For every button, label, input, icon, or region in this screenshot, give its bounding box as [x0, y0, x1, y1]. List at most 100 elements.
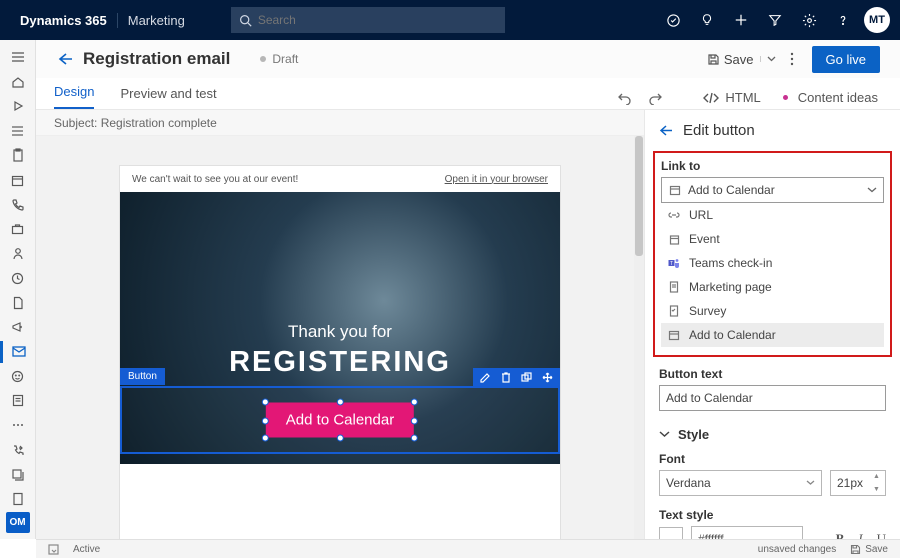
more-actions-icon[interactable]: [790, 52, 794, 66]
global-search[interactable]: [231, 7, 505, 33]
rail-calendar-icon[interactable]: [0, 169, 36, 192]
go-live-button[interactable]: Go live: [812, 46, 880, 73]
resize-handle[interactable]: [262, 399, 269, 406]
text-color-hex-input[interactable]: [691, 526, 803, 539]
settings-icon[interactable]: [792, 0, 826, 40]
bold-toggle[interactable]: B: [836, 531, 845, 539]
scrollbar-thumb[interactable]: [635, 136, 643, 256]
left-nav-rail: OM: [0, 40, 36, 539]
status-active: Active: [73, 544, 100, 555]
rail-callforward-icon[interactable]: [0, 439, 36, 462]
subject-bar[interactable]: Subject: Registration complete: [36, 110, 644, 136]
user-avatar[interactable]: MT: [864, 7, 890, 33]
add-icon[interactable]: [724, 0, 758, 40]
option-url[interactable]: URL: [661, 203, 884, 227]
statusbar-save[interactable]: Save: [850, 544, 888, 555]
status-bar: Active unsaved changes Save: [36, 539, 900, 558]
redo-icon[interactable]: [648, 92, 663, 105]
move-element-icon[interactable]: [542, 372, 553, 383]
style-section-header[interactable]: Style: [659, 427, 886, 442]
statusbar-expand-icon[interactable]: [48, 544, 59, 555]
link-icon: [667, 210, 681, 220]
html-tool[interactable]: HTML: [703, 90, 760, 109]
calendar-icon: [667, 329, 681, 341]
font-value: Verdana: [666, 476, 711, 490]
duplicate-element-icon[interactable]: [521, 372, 532, 382]
rail-more-icon[interactable]: [0, 414, 36, 437]
email-frame[interactable]: We can't wait to see you at our event! O…: [120, 166, 560, 539]
rail-face-icon[interactable]: [0, 365, 36, 388]
spinner-down-icon[interactable]: ▼: [873, 486, 883, 493]
italic-toggle[interactable]: I: [858, 531, 862, 539]
font-size-spinner[interactable]: 21px ▲ ▼: [830, 470, 886, 496]
option-survey[interactable]: Survey: [661, 299, 884, 323]
edit-element-icon[interactable]: [480, 372, 491, 383]
rail-menu-icon[interactable]: [0, 46, 36, 69]
link-to-combobox[interactable]: Add to Calendar: [661, 177, 884, 203]
status-label: Draft: [272, 52, 298, 66]
resize-handle[interactable]: [262, 435, 269, 442]
save-split-button[interactable]: Save: [707, 52, 776, 67]
resize-handle[interactable]: [411, 399, 418, 406]
option-event[interactable]: Event: [661, 227, 884, 251]
open-in-browser-link[interactable]: Open it in your browser: [445, 174, 548, 185]
panel-back-icon[interactable]: [659, 125, 673, 136]
text-color-swatch[interactable]: [659, 527, 683, 539]
option-add-to-calendar[interactable]: Add to Calendar: [661, 323, 884, 347]
area-switcher[interactable]: OM: [6, 512, 30, 533]
tab-preview[interactable]: Preview and test: [120, 78, 216, 109]
app-area[interactable]: Marketing: [117, 13, 195, 28]
rail-page-icon[interactable]: [0, 488, 36, 511]
rail-stack-icon[interactable]: [0, 463, 36, 486]
rail-clipboard-icon[interactable]: [0, 144, 36, 167]
rail-clock-icon[interactable]: [0, 267, 36, 290]
delete-element-icon[interactable]: [501, 372, 511, 383]
spinner-up-icon[interactable]: ▲: [873, 473, 883, 480]
resize-handle[interactable]: [337, 435, 344, 442]
rail-play-icon[interactable]: [0, 95, 36, 118]
email-canvas: We can't wait to see you at our event! O…: [36, 136, 644, 539]
tab-design[interactable]: Design: [54, 76, 94, 109]
rail-briefcase-icon[interactable]: [0, 218, 36, 241]
lightbulb-icon[interactable]: [690, 0, 724, 40]
rail-list-icon[interactable]: [0, 120, 36, 143]
assist-icon[interactable]: [656, 0, 690, 40]
back-icon[interactable]: [58, 53, 73, 65]
save-chevron-icon[interactable]: [760, 56, 776, 62]
canvas-scrollbar[interactable]: [634, 136, 644, 539]
rail-phone-icon[interactable]: [0, 193, 36, 216]
page-icon: [667, 281, 681, 293]
filter-icon[interactable]: [758, 0, 792, 40]
hero-image[interactable]: Thank you for REGISTERING Button Add to …: [120, 192, 560, 464]
rail-home-icon[interactable]: [0, 71, 36, 94]
page-title: Registration email: [83, 49, 230, 69]
underline-toggle[interactable]: U: [877, 531, 886, 539]
font-size-value: 21px: [837, 476, 863, 490]
button-text-input[interactable]: [659, 385, 886, 411]
rail-doc-icon[interactable]: [0, 291, 36, 314]
rail-email-icon[interactable]: [0, 341, 36, 364]
resize-handle[interactable]: [411, 435, 418, 442]
option-teams[interactable]: TTeams check-in: [661, 251, 884, 275]
search-input[interactable]: [252, 13, 497, 27]
rail-form-icon[interactable]: [0, 390, 36, 413]
undo-icon[interactable]: [617, 92, 632, 105]
cta-button[interactable]: Add to Calendar: [266, 403, 414, 438]
edit-button-panel: Edit button Link to Add to Calendar URL …: [644, 110, 900, 539]
help-icon[interactable]: [826, 0, 860, 40]
selected-button-element[interactable]: Button Add to Calendar: [120, 386, 560, 454]
resize-handle[interactable]: [411, 417, 418, 424]
link-to-label: Link to: [661, 159, 884, 173]
element-type-tag: Button: [120, 368, 165, 385]
cta-button-wrapper[interactable]: Add to Calendar: [266, 403, 414, 438]
rail-megaphone-icon[interactable]: [0, 316, 36, 339]
statusbar-save-label: Save: [865, 544, 888, 555]
option-marketing-page[interactable]: Marketing page: [661, 275, 884, 299]
content-ideas-tool[interactable]: Content ideas: [783, 90, 878, 109]
resize-handle[interactable]: [262, 417, 269, 424]
rail-person-icon[interactable]: [0, 242, 36, 265]
font-family-select[interactable]: Verdana: [659, 470, 822, 496]
app-bar: Dynamics 365 Marketing MT: [0, 0, 900, 40]
html-label: HTML: [725, 90, 760, 105]
svg-text:T: T: [670, 260, 673, 266]
